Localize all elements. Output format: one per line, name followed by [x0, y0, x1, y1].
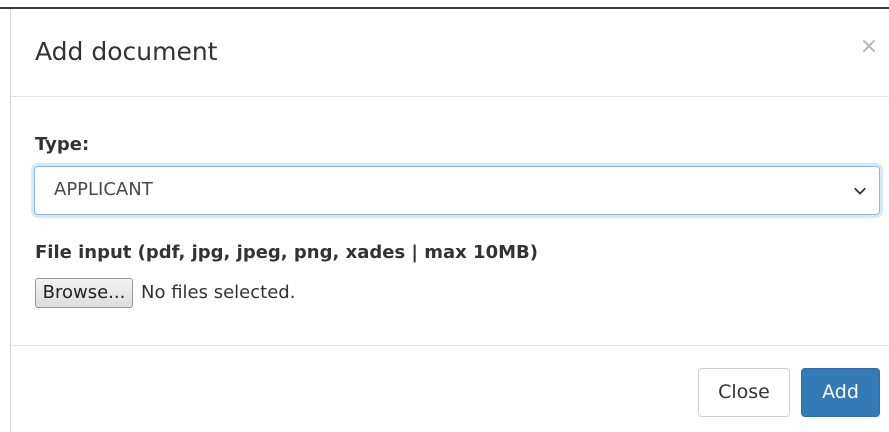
add-button[interactable]: Add	[801, 368, 880, 417]
chevron-down-icon	[854, 187, 866, 195]
add-document-modal: Add document × Type: APPLICANT File inpu…	[10, 9, 889, 432]
type-select-value: APPLICANT	[54, 179, 153, 200]
modal-body: Type: APPLICANT File input (pdf, jpg, jp…	[11, 97, 889, 346]
modal-close-icon[interactable]: ×	[857, 35, 881, 59]
type-select[interactable]: APPLICANT	[34, 166, 880, 215]
modal-title: Add document	[35, 37, 218, 66]
browse-button[interactable]: Browse...	[35, 278, 133, 308]
modal-footer: Close Add	[11, 346, 889, 432]
close-button[interactable]: Close	[698, 368, 790, 417]
type-label: Type:	[35, 134, 90, 155]
file-selection-status: No files selected.	[141, 282, 296, 303]
file-input-label: File input (pdf, jpg, jpeg, png, xades |…	[35, 242, 538, 263]
modal-header: Add document ×	[11, 9, 889, 97]
